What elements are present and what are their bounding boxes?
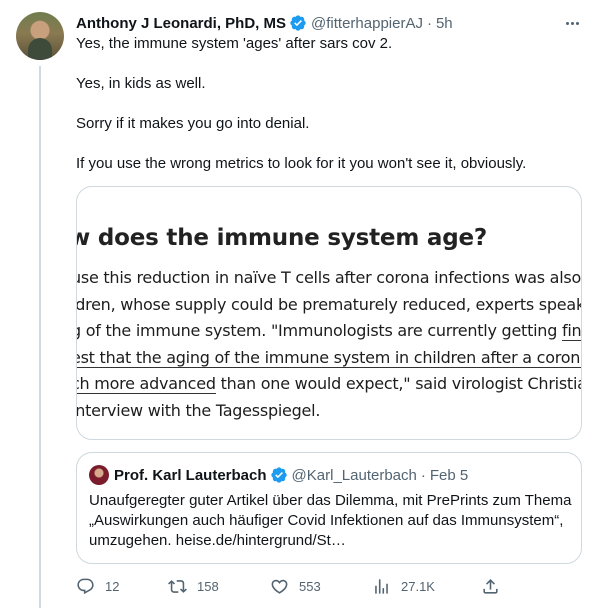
verified-badge-icon (270, 467, 287, 483)
tweet-paragraph: If you use the wrong metrics to look for… (76, 155, 527, 172)
reply-button[interactable]: 12 (76, 574, 119, 598)
separator-dot: · (420, 466, 426, 484)
article-underlined-text: ch more advanced (77, 374, 216, 394)
article-line: ldren, whose supply could be prematurely… (76, 292, 582, 319)
more-icon[interactable] (562, 13, 582, 33)
tweet-paragraph: Yes, in kids as well. (76, 75, 206, 92)
quoted-tweet-text: Unaufgeregter guter Artikel über das Dil… (89, 492, 572, 549)
tweet-time[interactable]: 5h (436, 15, 453, 32)
article-underlined-text: findings th (561, 321, 581, 341)
article-underlined-text: est that the aging of the immune system … (77, 347, 581, 368)
like-icon (271, 579, 288, 594)
article-text: g of the immune system. "Immunologists a… (76, 321, 562, 340)
thread-line (39, 66, 41, 608)
author-handle[interactable]: @fitterhappierAJ (311, 15, 423, 32)
article-body: use this reduction in naïve T cells afte… (76, 265, 582, 425)
article-line: g of the immune system. "Immunologists a… (76, 318, 581, 345)
verified-badge-icon (290, 15, 306, 31)
retweet-count: 158 (197, 578, 219, 594)
share-icon (483, 578, 498, 594)
quoted-author-avatar (89, 465, 109, 485)
quoted-tweet[interactable]: Prof. Karl Lauterbach @Karl_Lauterbach ·… (76, 452, 582, 564)
views-icon (375, 578, 388, 594)
tweet-text: Yes, the immune system 'ages' after sars… (76, 34, 582, 194)
action-bar: 12 158 553 27.1K (76, 574, 506, 598)
article-screenshot-image[interactable]: ' - ' ' - w does the immune system age? … (76, 186, 582, 440)
article-text: interview with the Tagesspiegel. (76, 400, 321, 420)
views-button[interactable]: 27.1K (372, 574, 435, 598)
reply-icon (77, 578, 94, 594)
article-line: ch more advanced than one would expect,"… (77, 371, 581, 398)
author-name[interactable]: Anthony J Leonardi, PhD, MS (76, 15, 286, 32)
reply-count: 12 (105, 578, 120, 594)
article-text: ldren, whose supply could be prematurely… (76, 294, 582, 314)
tweet-header: Anthony J Leonardi, PhD, MS @fitterhappi… (76, 12, 582, 34)
article-line: use this reduction in naïve T cells afte… (77, 265, 582, 292)
quoted-tweet-date: Feb 5 (429, 466, 469, 484)
retweet-icon (168, 579, 187, 593)
tweet-paragraph: Yes, the immune system 'ages' after sars… (76, 35, 393, 52)
article-heading: w does the immune system age? (76, 225, 488, 251)
quoted-author-handle: @Karl_Lauterbach (291, 466, 417, 484)
article-line: est that the aging of the immune system … (77, 345, 581, 372)
avatar[interactable] (16, 12, 64, 60)
like-count: 553 (299, 578, 321, 594)
share-button[interactable] (481, 574, 510, 598)
article-text: use this reduction in naïve T cells afte… (77, 268, 582, 287)
retweet-button[interactable]: 158 (168, 574, 219, 598)
quoted-tweet-header: Prof. Karl Lauterbach @Karl_Lauterbach ·… (89, 465, 468, 485)
clipped-text-fragment: ' - ' ' - (121, 187, 161, 194)
quoted-author-name: Prof. Karl Lauterbach (114, 466, 267, 484)
separator-dot: · (426, 14, 432, 32)
tweet-paragraph: Sorry if it makes you go into denial. (76, 115, 310, 132)
article-line: interview with the Tagesspiegel. (76, 398, 581, 425)
like-button[interactable]: 553 (270, 574, 321, 598)
views-count: 27.1K (401, 578, 435, 594)
article-text: than one would expect," said virologist … (220, 374, 581, 393)
